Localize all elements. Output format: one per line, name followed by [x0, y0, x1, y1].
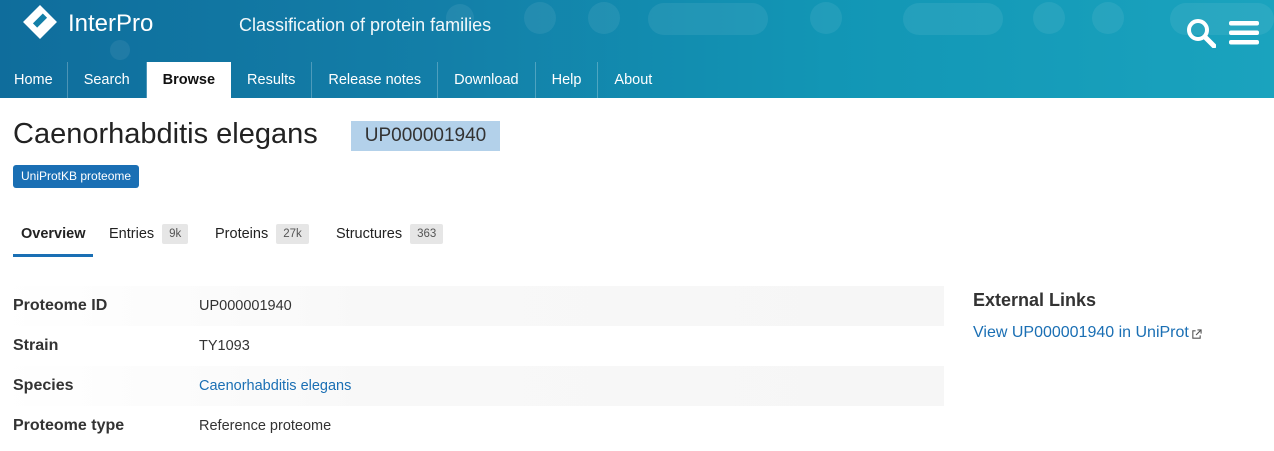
active-tab-indicator: [13, 254, 93, 257]
nav-browse[interactable]: Browse: [146, 62, 232, 98]
tab-label: Entries: [109, 226, 155, 242]
row-value: TY1093: [199, 338, 250, 354]
hamburger-menu-icon[interactable]: [1228, 20, 1260, 46]
species-link[interactable]: Caenorhabditis elegans: [199, 378, 351, 394]
external-link-icon: [1192, 328, 1202, 339]
table-row: Strain TY1093: [0, 326, 944, 366]
row-label: Species: [13, 377, 74, 394]
tab-bar: Overview Entries 9k Proteins 27k Structu…: [13, 212, 453, 258]
tab-overview[interactable]: Overview: [21, 212, 86, 256]
uniprot-external-link[interactable]: View UP000001940 in UniProt: [973, 324, 1202, 342]
tab-entries[interactable]: Entries 9k: [109, 212, 189, 256]
nav-help[interactable]: Help: [536, 62, 599, 98]
masthead: InterPro Classification of protein famil…: [0, 0, 1274, 98]
external-links-heading: External Links: [973, 290, 1097, 310]
nav-results[interactable]: Results: [231, 62, 313, 98]
search-icon[interactable]: [1186, 18, 1216, 48]
tab-structures[interactable]: Structures 363: [336, 212, 444, 256]
row-label: Strain: [13, 337, 59, 354]
nav-search[interactable]: Search: [68, 62, 147, 98]
tab-count-badge: 27k: [276, 224, 309, 244]
nav-about[interactable]: About: [598, 62, 668, 98]
logo-text[interactable]: InterPro: [68, 10, 153, 38]
header-background-pattern: [110, 2, 1274, 60]
row-label: Proteome type: [13, 417, 125, 434]
row-label: Proteome ID: [13, 297, 108, 314]
tab-label: Structures: [336, 226, 403, 242]
row-value: Reference proteome: [199, 418, 332, 434]
nav-home[interactable]: Home: [0, 62, 68, 98]
site-title: Classification of protein families: [239, 15, 492, 35]
main-nav: Home Search Browse Results Release notes…: [0, 62, 668, 98]
table-row: Proteome type Reference proteome: [0, 406, 944, 446]
interpro-logo-icon[interactable]: [22, 4, 58, 40]
tab-count-badge: 9k: [162, 224, 189, 244]
accession-id: UP000001940: [351, 121, 500, 151]
external-link-text: View UP000001940 in UniProt: [973, 324, 1189, 341]
table-row: Proteome ID UP000001940: [0, 286, 944, 326]
tab-proteins[interactable]: Proteins 27k: [215, 212, 309, 256]
row-value: UP000001940: [199, 298, 292, 314]
table-row: Species Caenorhabditis elegans: [0, 366, 944, 406]
tab-label: Proteins: [215, 226, 269, 242]
tab-label: Overview: [21, 226, 86, 242]
proteome-details-table: Proteome ID UP000001940 Strain TY1093 Sp…: [0, 286, 944, 446]
tab-count-badge: 363: [410, 224, 444, 244]
page-title: Caenorhabditis elegans: [13, 118, 318, 150]
source-badge[interactable]: UniProtKB proteome: [13, 165, 140, 188]
nav-release-notes[interactable]: Release notes: [312, 62, 439, 98]
nav-download[interactable]: Download: [438, 62, 536, 98]
